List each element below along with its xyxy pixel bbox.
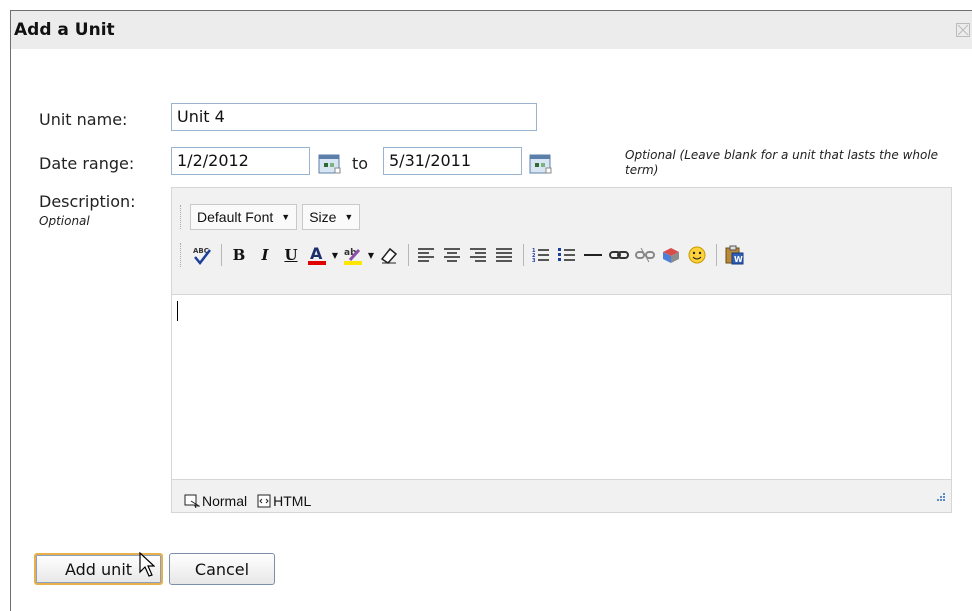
unit-name-input[interactable]: Unit 4 bbox=[171, 103, 537, 131]
calendar-icon[interactable] bbox=[318, 153, 342, 175]
horizontal-rule-icon[interactable] bbox=[581, 243, 605, 267]
add-unit-dialog: Add a Unit Unit name: Unit 4 Date range:… bbox=[10, 10, 972, 611]
toolbar-grip bbox=[180, 243, 184, 267]
chevron-down-icon: ▼ bbox=[281, 212, 291, 222]
resize-grip-icon[interactable] bbox=[935, 488, 945, 507]
calendar-icon[interactable] bbox=[529, 153, 553, 175]
description-label: Description: bbox=[39, 192, 136, 211]
dialog-titlebar: Add a Unit bbox=[11, 11, 972, 49]
toolbar-separator bbox=[716, 244, 717, 266]
mode-normal-tab[interactable]: Normal bbox=[184, 493, 247, 509]
date-range-note: Optional (Leave blank for a unit that la… bbox=[625, 148, 939, 177]
description-optional-label: Optional bbox=[39, 214, 90, 228]
toolbar-grip bbox=[180, 205, 184, 229]
paste-from-word-icon[interactable]: W bbox=[722, 243, 746, 267]
mouse-cursor-icon bbox=[139, 551, 156, 582]
date-range-label: Date range: bbox=[39, 154, 135, 173]
emoticon-icon[interactable] bbox=[685, 243, 709, 267]
chevron-down-icon[interactable]: ▼ bbox=[367, 243, 375, 267]
unlink-icon[interactable] bbox=[633, 243, 657, 267]
text-caret bbox=[177, 301, 178, 321]
ordered-list-icon[interactable]: 123 bbox=[529, 243, 553, 267]
size-dropdown[interactable]: Size ▼ bbox=[302, 204, 361, 230]
unordered-list-icon[interactable] bbox=[555, 243, 579, 267]
eraser-icon[interactable] bbox=[377, 243, 401, 267]
highlight-icon[interactable]: ab bbox=[341, 243, 365, 267]
font-dropdown-label: Default Font bbox=[197, 209, 274, 225]
link-icon[interactable] bbox=[607, 243, 631, 267]
insert-image-icon[interactable] bbox=[659, 243, 683, 267]
size-dropdown-label: Size bbox=[309, 209, 337, 225]
dialog-title: Add a Unit bbox=[14, 20, 115, 40]
cancel-button[interactable]: Cancel bbox=[169, 553, 275, 585]
spellcheck-icon[interactable]: ABC bbox=[190, 243, 214, 267]
chevron-down-icon[interactable]: ▼ bbox=[331, 243, 339, 267]
editor-toolbar-row-1: Default Font ▼ Size ▼ bbox=[180, 204, 365, 230]
to-label: to bbox=[352, 154, 369, 173]
chevron-down-icon: ▼ bbox=[344, 212, 354, 222]
html-mode-icon bbox=[257, 494, 271, 508]
font-dropdown[interactable]: Default Font ▼ bbox=[190, 204, 298, 230]
toolbar-separator bbox=[221, 244, 222, 266]
svg-text:W: W bbox=[734, 255, 743, 264]
unit-name-label: Unit name: bbox=[39, 110, 128, 129]
normal-mode-icon bbox=[184, 494, 200, 508]
underline-icon[interactable]: U bbox=[279, 243, 303, 267]
toolbar-separator bbox=[408, 244, 409, 266]
bold-icon[interactable]: B bbox=[227, 243, 251, 267]
editor-toolbar-row-2: ABC B I U A ▼ ab ▼ 1 2 3 W bbox=[180, 243, 748, 267]
align-center-icon[interactable] bbox=[440, 243, 464, 267]
end-date-input[interactable]: 5/31/2011 bbox=[383, 147, 522, 175]
mode-html-tab[interactable]: HTML bbox=[257, 493, 311, 509]
font-color-icon[interactable]: A bbox=[305, 243, 329, 267]
svg-text:3: 3 bbox=[532, 258, 536, 263]
justify-icon[interactable] bbox=[492, 243, 516, 267]
close-icon[interactable] bbox=[956, 23, 970, 37]
mode-html-label: HTML bbox=[273, 493, 312, 509]
italic-icon[interactable]: I bbox=[253, 243, 277, 267]
editor-content-area[interactable] bbox=[172, 294, 951, 480]
svg-text:A: A bbox=[310, 244, 323, 263]
align-right-icon[interactable] bbox=[466, 243, 490, 267]
start-date-input[interactable]: 1/2/2012 bbox=[171, 147, 310, 175]
align-left-icon[interactable] bbox=[414, 243, 438, 267]
mode-normal-label: Normal bbox=[202, 493, 248, 509]
toolbar-separator bbox=[523, 244, 524, 266]
rich-text-editor: Default Font ▼ Size ▼ ABC B I U A ▼ ab ▼… bbox=[171, 187, 952, 513]
editor-mode-tabs: Normal HTML bbox=[184, 493, 321, 509]
